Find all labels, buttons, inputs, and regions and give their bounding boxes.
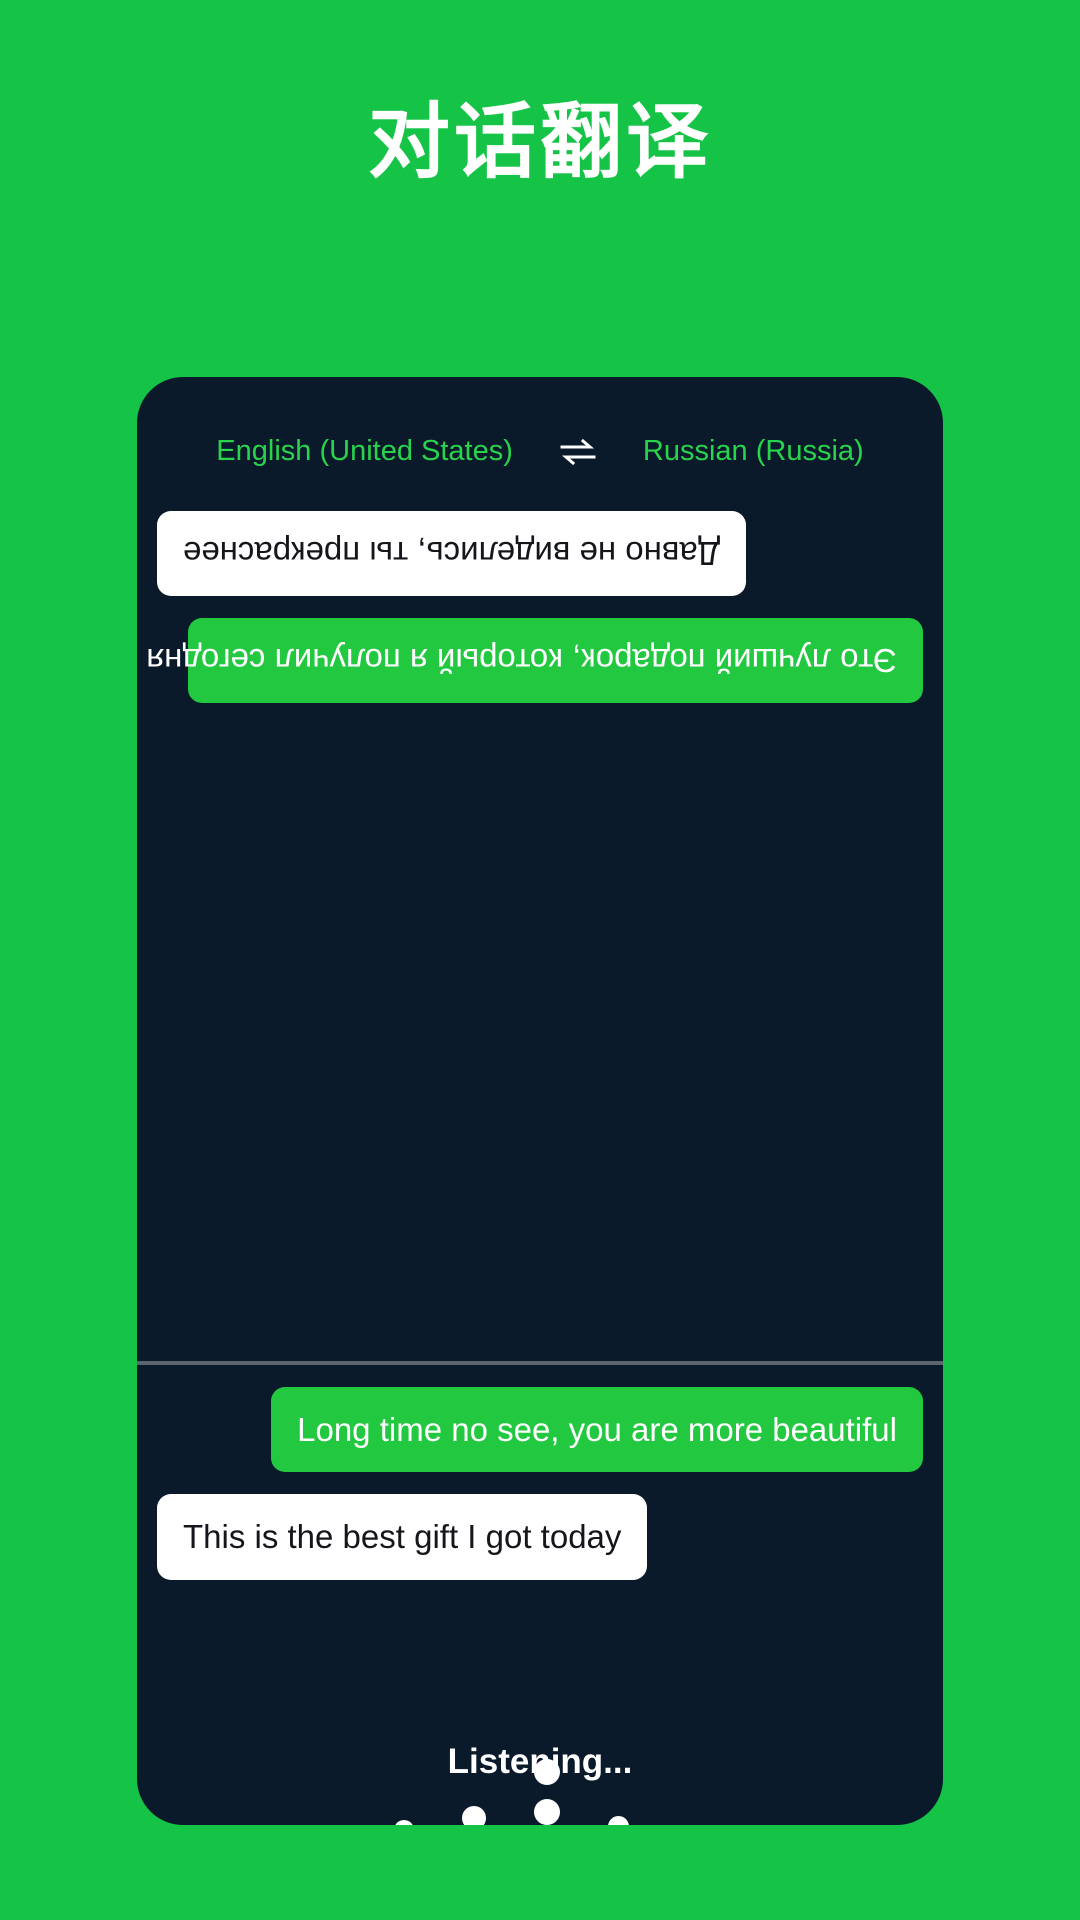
message-bubble[interactable]: Это лучший подарок, который я получил се… <box>146 618 923 704</box>
source-language-label[interactable]: English (United States) <box>216 435 513 468</box>
waveform-column <box>533 1759 560 1825</box>
message-bubble[interactable]: This is the best gift I got today <box>157 1494 648 1580</box>
message-bubble[interactable]: Long time no see, you are more beautiful <box>271 1387 923 1473</box>
microphone-waveform <box>137 1759 943 1825</box>
message-row: Long time no see, you are more beautiful <box>157 1387 923 1473</box>
waveform-column <box>461 1806 486 1825</box>
page-title: 对话翻译 <box>367 95 712 190</box>
local-conversation-pane: Long time no see, you are more beautiful… <box>137 1387 943 1580</box>
target-language-label[interactable]: Russian (Russia) <box>643 435 864 468</box>
message-row: Давно не виделись, ты прекраснее <box>157 511 923 597</box>
remote-conversation-pane: Это лучший подарок, который я получил се… <box>137 487 943 1359</box>
language-bar: English (United States) Russian (Russia) <box>137 435 943 468</box>
pane-divider <box>137 1361 943 1365</box>
waveform-dot <box>533 1799 560 1825</box>
waveform-dot <box>461 1806 486 1825</box>
waveform-column <box>393 1820 414 1825</box>
message-row: Это лучший подарок, который я получил се… <box>146 618 923 704</box>
waveform-column <box>607 1815 629 1825</box>
waveform-dot <box>607 1815 629 1825</box>
message-row: This is the best gift I got today <box>157 1494 923 1580</box>
message-bubble[interactable]: Давно не виделись, ты прекраснее <box>157 511 747 597</box>
waveform-dot <box>533 1759 560 1785</box>
swap-horizontal-icon[interactable] <box>559 437 597 467</box>
phone-card: English (United States) Russian (Russia)… <box>137 377 943 1825</box>
waveform-dot <box>393 1820 414 1825</box>
